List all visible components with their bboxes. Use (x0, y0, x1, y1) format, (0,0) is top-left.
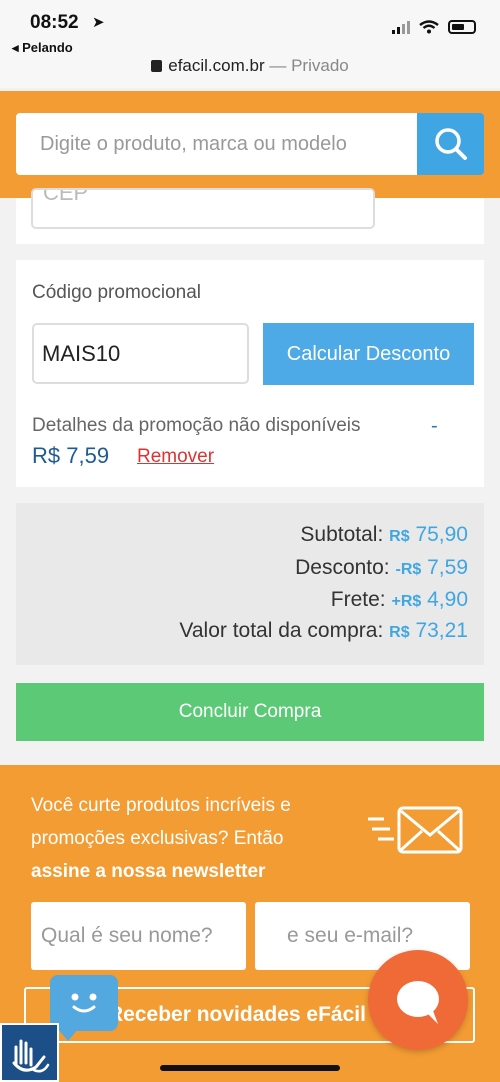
status-bar: 08:52 ➤ ◂ Pelando efacil.com.br — Privad… (0, 0, 500, 88)
subtotal-currency: R$ (389, 528, 410, 545)
newsletter-text: Você curte produtos incríveis e promoçõe… (31, 789, 351, 888)
promo-card: Código promocional Calcular Desconto Det… (16, 260, 484, 487)
total-value: 73,21 (415, 619, 468, 642)
back-to-app-link[interactable]: ◂ Pelando (12, 40, 73, 56)
chat-button[interactable] (368, 950, 468, 1050)
total-currency: R$ (389, 624, 410, 641)
wifi-icon (419, 20, 439, 34)
newsletter-cta: assine a nossa newsletter (31, 861, 266, 882)
lock-icon (151, 60, 163, 72)
sign-language-button[interactable] (0, 1023, 59, 1082)
subtotal-row: Subtotal: R$ 75,90 (300, 523, 468, 547)
finish-purchase-button[interactable]: Concluir Compra (16, 683, 484, 741)
cep-placeholder: CEP (43, 188, 89, 205)
total-label: Valor total da compra: (179, 619, 384, 642)
mail-icon (368, 806, 463, 854)
chat-bot-icon[interactable] (50, 975, 118, 1041)
url-bar[interactable]: efacil.com.br — Privado (0, 56, 500, 76)
shipping-currency: +R$ (391, 593, 422, 610)
status-time: 08:52 (30, 12, 79, 33)
search-box (16, 113, 417, 175)
shipping-value: 4,90 (427, 588, 468, 611)
calculate-discount-button[interactable]: Calcular Desconto (263, 323, 474, 385)
search-button[interactable] (417, 113, 484, 175)
location-arrow-icon: ➤ (92, 14, 105, 31)
cep-input[interactable]: CEP (31, 188, 375, 229)
discount-value: 7,59 (427, 556, 468, 579)
total-row: Valor total da compra: R$ 73,21 (179, 619, 468, 643)
promo-value: R$ 7,59 (32, 443, 110, 468)
chat-bubble-icon (397, 981, 439, 1024)
subtotal-label: Subtotal: (300, 523, 384, 546)
signal-icon (392, 20, 410, 34)
battery-icon (448, 20, 476, 34)
order-summary: Subtotal: R$ 75,90 Desconto: -R$ 7,59 Fr… (16, 503, 484, 665)
promo-code-input[interactable] (32, 323, 249, 384)
search-icon (434, 128, 467, 160)
promo-details: Detalhes da promoção não disponíveis (32, 415, 361, 436)
chat-bot-face (71, 993, 97, 1013)
home-indicator[interactable] (160, 1065, 340, 1071)
cep-card: CEP (16, 188, 484, 244)
private-label: — Privado (269, 56, 349, 75)
url-domain: efacil.com.br (168, 56, 265, 75)
sign-language-icon (12, 1039, 50, 1073)
status-icons (392, 20, 476, 34)
search-input[interactable] (16, 113, 417, 175)
discount-currency: -R$ (395, 561, 422, 578)
newsletter-name-field[interactable] (31, 902, 246, 970)
discount-label: Desconto: (295, 556, 390, 579)
promo-label: Código promocional (32, 282, 201, 303)
newsletter-copy: Você curte produtos incríveis e promoçõe… (31, 795, 291, 849)
discount-row: Desconto: -R$ 7,59 (295, 556, 468, 580)
site-header (0, 91, 500, 198)
shipping-label: Frete: (330, 588, 386, 611)
remove-promo-link[interactable]: Remover (137, 446, 214, 468)
shipping-row: Frete: +R$ 4,90 (331, 588, 468, 612)
subtotal-value: 75,90 (415, 523, 468, 546)
promo-dash: - (431, 415, 438, 437)
